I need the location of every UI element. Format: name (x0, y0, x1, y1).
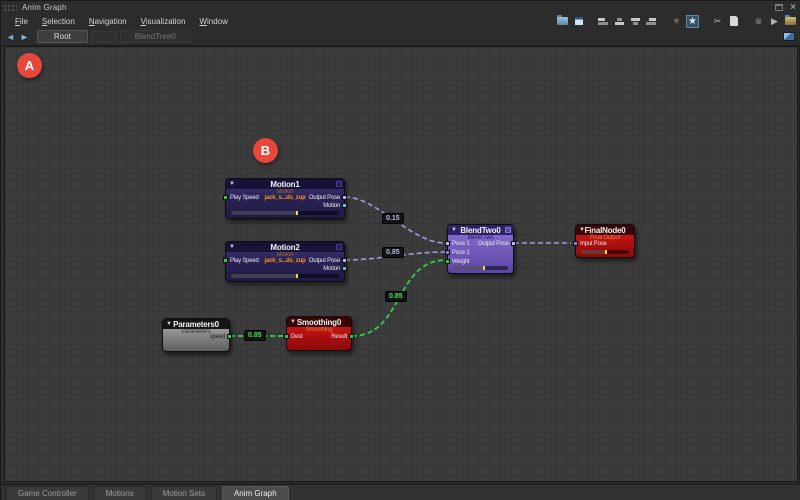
port-label-output-pose: Output Pose (309, 195, 340, 201)
port-output-pose[interactable] (511, 241, 516, 246)
breadcrumb-separator (91, 31, 117, 43)
node-motion1[interactable]: ▼ Motion1 Motion Play Speedjack_s...ds_z… (225, 178, 345, 219)
visualize-icon[interactable] (336, 244, 342, 250)
port-speed[interactable] (227, 334, 232, 339)
node-title: Motion2 (226, 243, 344, 252)
navigation-bar: ◄ ► Root BlendTree0 (1, 28, 800, 46)
paste-icon[interactable] (727, 15, 740, 27)
title-bar[interactable]: Anim Graph × (1, 1, 800, 14)
tab-motion-sets[interactable]: Motion Sets (151, 486, 217, 500)
port-pose1[interactable] (445, 241, 450, 246)
menu-visualization[interactable]: Visualization (141, 17, 186, 26)
node-blendtwo0[interactable]: ▼ BlendTwo0 Blend Two Pose 1Output Pose … (447, 224, 514, 274)
node-motion2[interactable]: ▼ Motion2 Motion Play Speedjack_s...ds_z… (225, 241, 345, 282)
toolbar: ★ ★ ✂ ⊗ ▶ (556, 15, 797, 28)
playback-bar (231, 274, 339, 278)
node-title: Motion1 (226, 180, 344, 189)
tab-game-controller[interactable]: Game Controller (6, 486, 89, 500)
maximize-icon[interactable] (775, 4, 783, 11)
port-motion[interactable] (342, 203, 347, 208)
port-label-speed: speed (210, 334, 225, 340)
port-play-speed[interactable] (223, 195, 228, 200)
connection-weight-label: 0.15 (382, 213, 404, 224)
connection-weight-label: 0.85 (382, 247, 404, 258)
menu-selection[interactable]: Selection (42, 17, 75, 26)
tab-motions[interactable]: Motions (94, 486, 146, 500)
port-label-output-pose: Output Pose (309, 258, 340, 264)
port-play-speed[interactable] (223, 258, 228, 263)
remove-icon[interactable]: ⊗ (752, 15, 765, 27)
port-weight[interactable] (445, 259, 450, 264)
save-icon[interactable] (572, 15, 585, 27)
port-output-pose[interactable] (342, 258, 347, 263)
open-icon[interactable] (556, 15, 569, 27)
drag-grip-icon[interactable] (3, 4, 17, 12)
node-title: Parameters0 (163, 320, 229, 329)
port-label-weight: Weight (452, 259, 469, 265)
connection-weight-label: 0.85 (385, 291, 407, 302)
align-right-icon[interactable] (645, 15, 658, 27)
port-label-result: Result (331, 334, 347, 340)
menu-window[interactable]: Window (199, 17, 227, 26)
menu-bar: File Selection Navigation Visualization … (1, 14, 800, 28)
visualize-icon[interactable] (336, 181, 342, 187)
node-parameters0[interactable]: ▼ Parameters0 Parameters speed (162, 318, 230, 352)
playback-bar (581, 250, 629, 254)
menu-file[interactable]: File (15, 17, 28, 26)
bottom-tab-bar: Game Controller Motions Motion Sets Anim… (1, 483, 800, 500)
window-title: Anim Graph (22, 3, 67, 12)
port-input-pose[interactable] (573, 241, 578, 246)
port-label-motion: Motion (323, 266, 340, 272)
activate-icon[interactable]: ▶ (768, 15, 781, 27)
nav-forward-icon[interactable]: ► (20, 32, 29, 42)
node-finalnode0[interactable]: ▼ FinalNode0 Final Output Input Pose (575, 224, 635, 258)
node-smoothing0[interactable]: ▼ Smoothing0 Smoothing DestResult (286, 316, 352, 351)
node-title: BlendTwo0 (448, 226, 513, 235)
breadcrumb-root[interactable]: Root (37, 30, 88, 43)
cut-icon[interactable]: ✂ (711, 15, 724, 27)
graph-canvas[interactable]: A B ▼ Motion1 Motion Play Speedjack_s...… (4, 46, 798, 482)
align-top-icon[interactable] (629, 15, 642, 27)
port-dest[interactable] (284, 334, 289, 339)
port-label-pose2: Pose 2 (452, 250, 469, 256)
annotation-badge-b: B (253, 138, 278, 163)
playback-bar (453, 266, 508, 270)
nav-back-icon[interactable]: ◄ (6, 32, 15, 42)
port-label-output-pose: Output Pose (478, 241, 509, 247)
port-pose2[interactable] (445, 250, 450, 255)
anim-graph-window: Anim Graph × File Selection Navigation V… (0, 0, 800, 500)
port-label-dest: Dest (291, 334, 303, 340)
port-label-pose1: Pose 1 (452, 241, 469, 247)
menu-navigation[interactable]: Navigation (89, 17, 127, 26)
node-title: FinalNode0 (576, 226, 634, 235)
open-in-new-icon[interactable] (784, 15, 797, 27)
close-icon[interactable]: × (790, 4, 796, 12)
tab-anim-graph[interactable]: Anim Graph (222, 486, 289, 500)
port-result[interactable] (349, 334, 354, 339)
port-output-pose[interactable] (342, 195, 347, 200)
port-label-motion: Motion (323, 203, 340, 209)
node-title: Smoothing0 (287, 318, 351, 327)
playback-bar (231, 211, 339, 215)
port-motion[interactable] (342, 266, 347, 271)
align-left-icon[interactable] (597, 15, 610, 27)
visualize-icon[interactable] (505, 227, 511, 233)
zoom-fit-all-icon[interactable]: ★ (670, 15, 683, 27)
image-icon[interactable] (783, 32, 795, 41)
connection-weight-label: 0.85 (244, 330, 266, 341)
align-bottom-icon[interactable] (613, 15, 626, 27)
port-label-input-pose: Input Pose (580, 241, 607, 247)
zoom-fit-selection-icon[interactable]: ★ (686, 15, 699, 28)
annotation-badge-a: A (17, 53, 42, 78)
breadcrumb-current[interactable]: BlendTree0 (120, 30, 191, 43)
